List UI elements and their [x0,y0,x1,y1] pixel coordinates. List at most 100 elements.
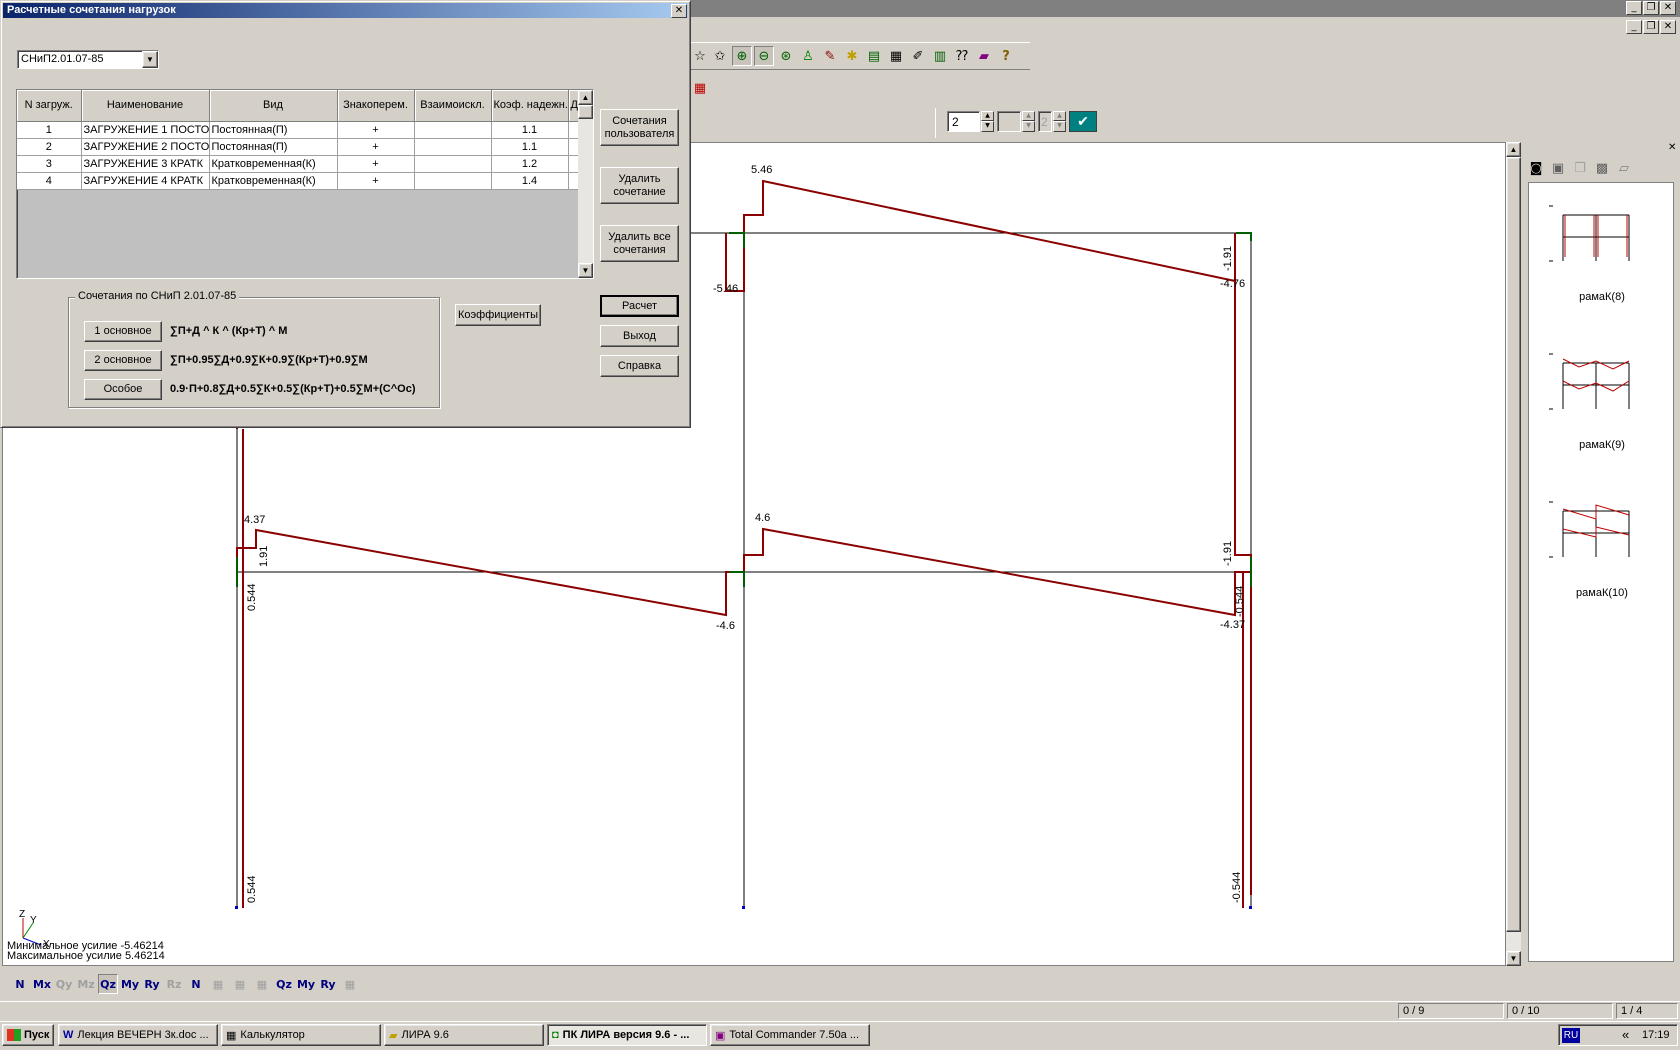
cell-coef[interactable]: 1.2 [491,155,569,173]
norm-select[interactable]: СНиП2.01.07-85 ▼ [17,50,159,69]
table-scroll-down-icon[interactable]: ▼ [578,263,593,278]
cell-kind[interactable]: Кратковременная(К) [209,172,338,190]
spinner-field-1[interactable]: 2 [947,111,980,132]
camera-icon[interactable]: ◙ [1526,158,1546,178]
save-icon[interactable]: ▣ [1548,158,1568,178]
force-n-button[interactable]: N [10,974,30,994]
col-header-sign[interactable]: Знакоперем. [337,90,415,122]
eraser-icon[interactable]: ▱ [1614,158,1634,178]
help-pointer-icon[interactable]: ⁇ [952,46,972,66]
force-my-button[interactable]: My [120,974,140,994]
delete-combination-button[interactable]: Удалить сочетание [600,167,679,204]
task-lira-folder[interactable]: ▰ ЛИРА 9.6 [384,1024,544,1046]
col-header-coef[interactable]: Коэф. надежн. [491,90,569,122]
cell-excl[interactable] [414,155,492,173]
force-my2-button[interactable]: My [296,974,316,994]
col-header-excl[interactable]: Взаимоискл. [414,90,492,122]
cell-kind[interactable]: Кратковременная(К) [209,155,338,173]
col-header-name[interactable]: Наименование [81,90,210,122]
question-icon[interactable]: ? [996,46,1016,66]
force-b2-button[interactable]: ▦ [230,974,250,994]
dialog-close-button[interactable]: ✕ [671,4,687,18]
cell-coef[interactable]: 1.1 [491,138,569,156]
books-icon[interactable]: ▰ [974,46,994,66]
scroll-up-arrow-icon[interactable]: ▲ [1506,142,1521,157]
cell-coef[interactable]: 1.4 [491,172,569,190]
cell-sign[interactable]: + [337,138,415,156]
force-qy-button[interactable]: Qy [54,974,74,994]
cell-sign[interactable]: + [337,121,415,139]
brush-icon[interactable]: ✎ [820,46,840,66]
zoom-in-icon[interactable]: ⊕ [732,46,752,66]
select-node-icon[interactable]: ☆ [690,46,710,66]
table-scrollbar[interactable]: ▲ ▼ [578,90,593,278]
zoom-all-icon[interactable]: ⊛ [776,46,796,66]
cell-kind[interactable]: Постоянная(П) [209,138,338,156]
cell-kind[interactable]: Постоянная(П) [209,121,338,139]
task-word[interactable]: W Лекция ВЕЧЕРН 3к.doc ... [58,1024,218,1046]
table-icon[interactable]: ▦ [886,46,906,66]
cell-sign[interactable]: + [337,155,415,173]
col-header-n[interactable]: N загруж. [17,90,82,122]
coefficients-button[interactable]: Коэффициенты [455,304,541,326]
cell-excl[interactable] [414,121,492,139]
cell-name[interactable]: ЗАГРУЖЕНИЕ 3 КРАТК [81,155,210,173]
mdi-close-button[interactable]: ✕ [1660,20,1676,34]
panel-close-icon[interactable]: ✕ [1668,142,1676,153]
book-icon[interactable]: ▥ [930,46,950,66]
delete-all-combinations-button[interactable]: Удалить все сочетания [600,225,679,262]
lamp-icon[interactable]: ♙ [798,46,818,66]
force-b3-button[interactable]: ▦ [252,974,272,994]
special-combo-button[interactable]: Особое [84,379,162,400]
zoom-out-icon[interactable]: ⊖ [754,46,774,66]
close-button[interactable]: ✕ [1660,1,1676,15]
force-b4-button[interactable]: ▦ [340,974,360,994]
thumbnail-frame-10[interactable] [1549,497,1649,567]
force-mz-button[interactable]: Mz [76,974,96,994]
spinner-down-3[interactable]: ▼ [1053,121,1066,132]
star-icon[interactable]: ✩ [710,46,730,66]
cell-n[interactable]: 3 [17,155,82,173]
layers-icon[interactable]: ▤ [864,46,884,66]
chevron-down-icon[interactable]: ▼ [142,51,158,68]
apply-check-icon[interactable]: ✔ [1069,111,1097,132]
task-calculator[interactable]: ▦ Калькулятор [221,1024,381,1046]
calculate-button[interactable]: Расчет [600,295,679,317]
exit-button[interactable]: Выход [600,325,679,347]
thumbnail-frame-8[interactable] [1549,201,1649,271]
mdi-restore-button[interactable]: ❐ [1643,20,1659,34]
table-row[interactable]: 4 ЗАГРУЖЕНИЕ 4 КРАТК Кратковременная(К) … [17,172,580,190]
cell-name[interactable]: ЗАГРУЖЕНИЕ 1 ПОСТО [81,121,210,139]
col-header-kind[interactable]: Вид [209,90,338,122]
spinner-field-2[interactable]: 2 [1038,111,1052,132]
force-mx-button[interactable]: Mx [32,974,52,994]
cell-name[interactable]: ЗАГРУЖЕНИЕ 2 ПОСТО [81,138,210,156]
force-n2-button[interactable]: N [186,974,206,994]
spinner-down-2[interactable]: ▼ [1022,121,1035,132]
note-icon[interactable]: ✐ [908,46,928,66]
force-ry2-button[interactable]: Ry [318,974,338,994]
force-qz-button[interactable]: Qz [98,974,118,994]
table-scroll-up-icon[interactable]: ▲ [578,90,593,105]
spinner-up-3[interactable]: ▲ [1053,111,1066,121]
force-ry-button[interactable]: Ry [142,974,162,994]
scroll-thumb[interactable] [1506,157,1521,932]
mdi-minimize-button[interactable]: _ [1626,20,1642,34]
task-lira-active[interactable]: ◘ ПК ЛИРА версия 9.6 - ... [547,1024,707,1046]
force-rz-button[interactable]: Rz [164,974,184,994]
force-b1-button[interactable]: ▦ [208,974,228,994]
force-qz2-button[interactable]: Qz [274,974,294,994]
start-button[interactable]: Пуск [2,1024,54,1046]
tray-expand-icon[interactable]: « [1622,1027,1629,1042]
minimize-button[interactable]: _ [1626,1,1642,15]
spinner-down-1[interactable]: ▼ [981,121,994,132]
table-row[interactable]: 3 ЗАГРУЖЕНИЕ 3 КРАТК Кратковременная(К) … [17,155,580,173]
cell-n[interactable]: 4 [17,172,82,190]
canvas-scrollbar[interactable]: ▲ ▼ [1506,142,1521,966]
help-button[interactable]: Справка [600,355,679,377]
image-icon[interactable]: ▩ [1592,158,1612,178]
grid-icon[interactable]: ▦ [690,78,710,98]
cell-name[interactable]: ЗАГРУЖЕНИЕ 4 КРАТК [81,172,210,190]
task-total-commander[interactable]: ▣ Total Commander 7.50a ... [710,1024,870,1046]
cell-excl[interactable] [414,138,492,156]
